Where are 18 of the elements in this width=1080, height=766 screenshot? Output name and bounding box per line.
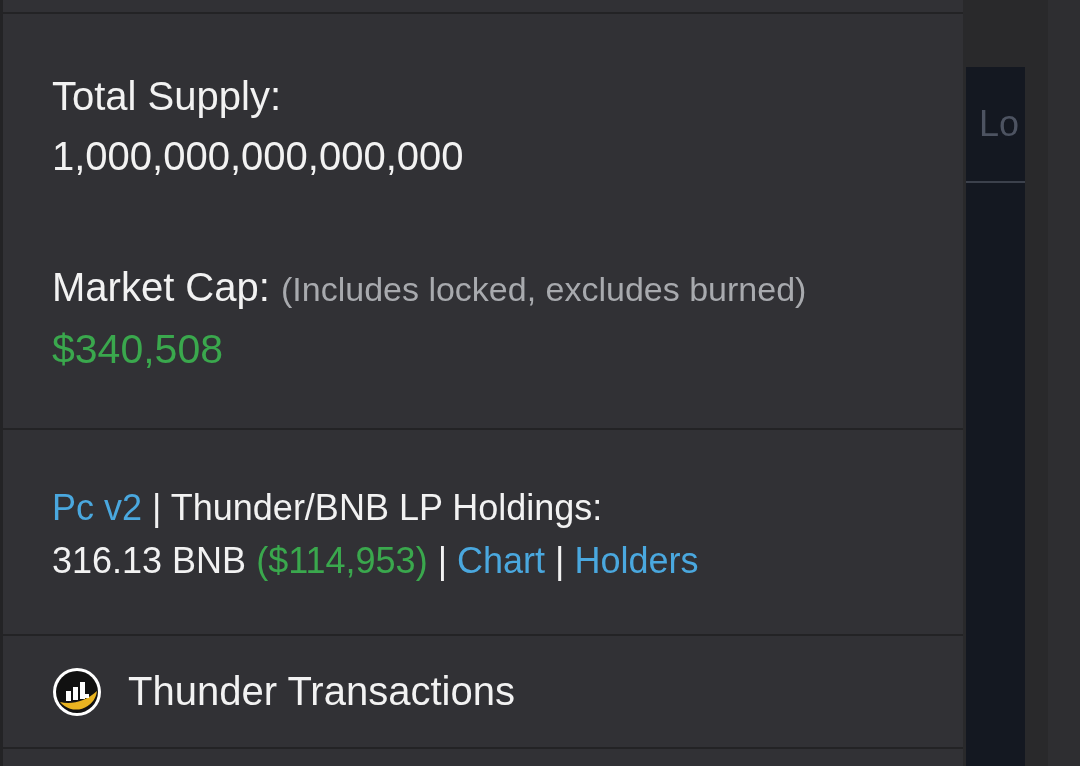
section-header[interactable]: Thunder Transactions [3, 636, 963, 747]
info-text: Thunder/BNB LP Holdings: [170, 487, 603, 528]
market-cap-value: $340,508 [52, 326, 223, 372]
section-title: Thunder Transactions [128, 669, 515, 714]
usd-value: ($114,953) [256, 540, 428, 581]
bar-chart-icon [52, 666, 102, 717]
text-link[interactable]: Chart [457, 540, 546, 581]
info-text: 316.13 BNB [52, 540, 247, 581]
text-link[interactable]: Holders [574, 540, 699, 581]
supply-value: 1,000,000,000,000,000 [52, 134, 464, 178]
text-link[interactable]: Pc v2 [52, 487, 143, 528]
header-text: Lo [979, 103, 1020, 145]
market-cap-label: Market Cap: [52, 265, 270, 309]
supply-label: Total Supply: [52, 74, 282, 118]
market-cap-note: (Includes locked, excludes burned) [281, 270, 807, 308]
separator-text: | [555, 540, 565, 581]
separator-text: | [152, 487, 162, 528]
separator-text: | [437, 540, 447, 581]
